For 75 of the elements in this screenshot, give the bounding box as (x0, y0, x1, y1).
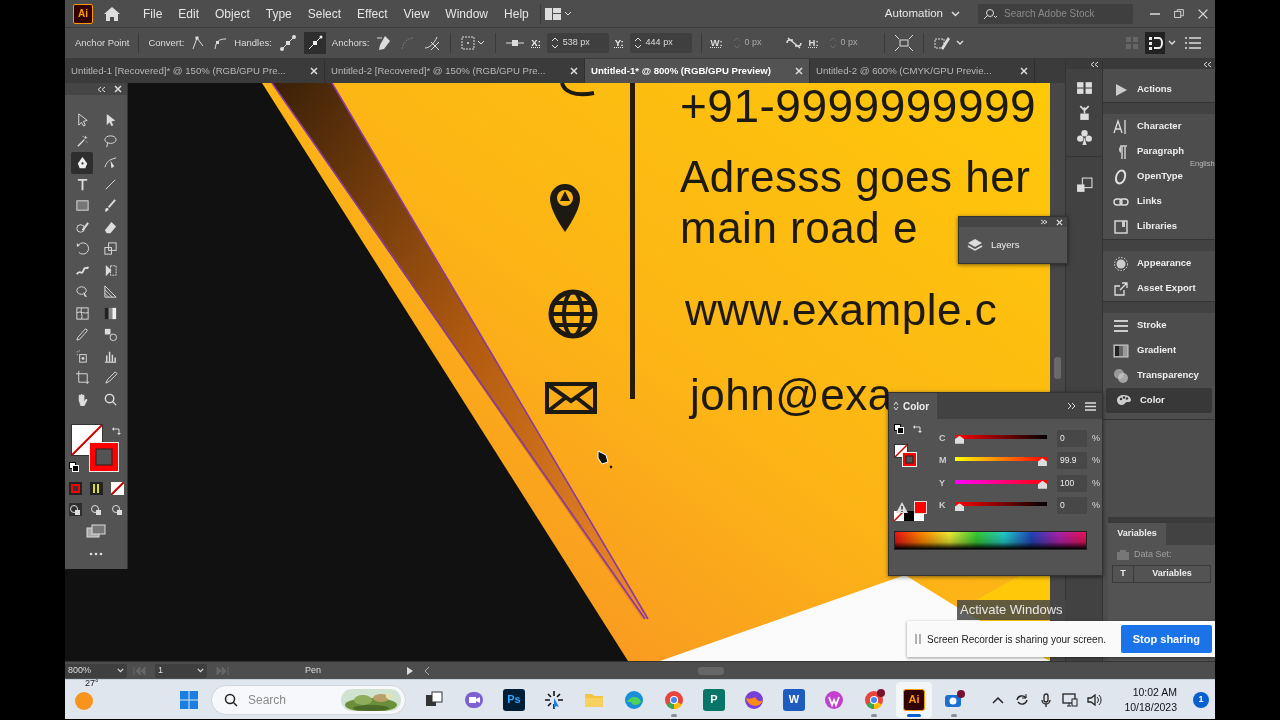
menu-item[interactable]: Effect (349, 4, 396, 23)
taskbar-search-field[interactable]: Search (211, 684, 406, 715)
search-input[interactable]: Search Adobe Stock (1002, 5, 1122, 22)
column-header: T (1119, 567, 1127, 581)
current-tool-label: Pen (305, 663, 322, 677)
app-logo[interactable]: Ai (73, 3, 93, 24)
taskbar-app[interactable]: P (696, 681, 732, 718)
panel-tab[interactable]: Color (889, 393, 937, 419)
menu-item[interactable]: Object (207, 4, 258, 23)
search-field[interactable]: Search Adobe Stock (978, 3, 1133, 24)
convert-label: Convert: (148, 35, 185, 50)
canvas-text: main road e (680, 206, 918, 250)
panel-item[interactable]: Stroke (1103, 313, 1215, 338)
number-field[interactable]: 538 px (546, 33, 609, 53)
field-label: X: (531, 35, 541, 50)
stop-sharing-button[interactable]: Stop sharing (1120, 625, 1212, 653)
number-field: 0 px (728, 33, 779, 53)
search-input[interactable]: Search (246, 689, 316, 710)
taskbar-app[interactable]: Ai (896, 681, 932, 718)
handles-label: Handles: (234, 35, 272, 50)
taskbar-app[interactable]: Ps (496, 681, 532, 718)
share-message: Screen Recorder is sharing your screen. (927, 632, 1106, 647)
menu-item[interactable]: View (395, 4, 438, 23)
activation-notice: Activate Windows (957, 600, 1066, 620)
value-field[interactable]: 99.9 (1057, 452, 1087, 470)
field-label: W: (710, 35, 723, 50)
field-label: Y: (614, 35, 624, 50)
menu-item[interactable]: Edit (170, 4, 208, 23)
canvas-text: Adresss goes her (680, 155, 1031, 199)
panel-item[interactable]: Appearance (1103, 251, 1215, 276)
panel-item[interactable]: Links (1103, 189, 1215, 214)
value-field[interactable]: 0 (1057, 429, 1087, 447)
slider-label: M (939, 454, 948, 467)
panel-item[interactable]: Asset Export (1103, 276, 1215, 301)
menu-item[interactable]: Select (299, 4, 350, 23)
panel-item[interactable]: Gradient (1103, 338, 1215, 363)
slider-label: K (939, 499, 947, 512)
panel-tab[interactable]: Variables (1108, 523, 1166, 545)
panel-item[interactable]: Transparency (1103, 363, 1215, 388)
menu-item[interactable]: Type (257, 4, 300, 23)
value-field[interactable]: 0 (1057, 497, 1087, 515)
unit-label: % (1092, 499, 1100, 512)
panel-item[interactable]: Actions (1103, 77, 1215, 102)
artboard-field[interactable]: 1 (155, 663, 207, 678)
data-set-label: Data Set: (1134, 548, 1172, 562)
field-label: H: (808, 35, 819, 50)
unit-label: % (1092, 476, 1100, 490)
slider-label: Y (939, 476, 946, 490)
number-field[interactable]: 444 px (629, 33, 692, 53)
unit-label: % (1092, 431, 1100, 445)
document-tab[interactable]: Untitled-1* @ 800% (RGB/GPU Preview) (585, 59, 810, 83)
clock[interactable]: 10:02 AM 10/18/2023 (1124, 685, 1177, 714)
menu-item[interactable]: Window (437, 4, 497, 23)
number-field: 0 px (824, 33, 875, 53)
slider-label: C (939, 431, 947, 445)
canvas-text: +91-9999999999 (680, 83, 1037, 129)
time-label: 10:02 AM (1132, 685, 1177, 700)
date-label: 10/18/2023 (1124, 699, 1177, 714)
workspace-dropdown[interactable]: Automation (878, 4, 966, 23)
column-header: Variables (1133, 566, 1210, 582)
panel-item[interactable]: Libraries (1103, 214, 1215, 239)
menu-item[interactable]: File (135, 4, 171, 23)
taskbar-app[interactable]: W (776, 681, 812, 718)
value-field[interactable]: 100 (1057, 474, 1087, 492)
mode-label: Anchor Point (75, 35, 130, 50)
panel-item[interactable]: Character (1103, 114, 1215, 139)
temperature-label: 27° (85, 676, 99, 690)
notification-badge[interactable]: 1 (1193, 691, 1209, 708)
unit-label: % (1092, 454, 1100, 467)
layers-button[interactable]: Layers (959, 227, 1020, 263)
anchors-label: Anchors: (331, 35, 370, 50)
panel-item[interactable]: Color (1106, 388, 1212, 413)
zoom-field[interactable]: 800% (65, 663, 127, 678)
canvas-text: www.example.c (685, 288, 998, 332)
menu-item[interactable]: Help (496, 4, 537, 23)
